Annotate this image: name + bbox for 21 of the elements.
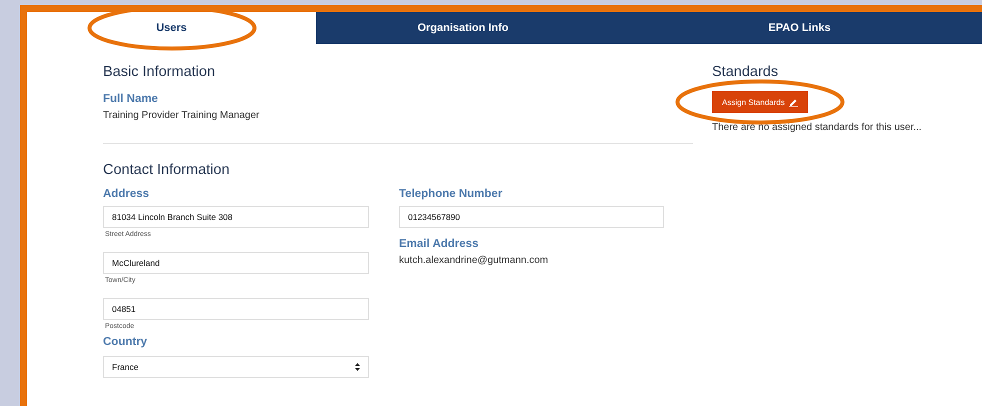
country-select[interactable]: France [103,356,369,378]
assign-standards-button[interactable]: Assign Standards [712,91,808,113]
section-heading: Standards [712,64,780,80]
full-name-text: Training Provider Training Manager [103,110,260,121]
tab[interactable]: Organisation Info [316,12,610,44]
input-field[interactable]: 04851 [103,298,369,320]
input-field[interactable]: 81034 Lincoln Branch Suite 308 [103,206,369,228]
tab[interactable]: EPAO Links [610,12,982,44]
input-field[interactable]: 01234567890 [399,206,664,228]
empty-message: There are no assigned standards for this user... [712,122,922,133]
pencil-icon [788,98,798,106]
input-field[interactable]: McClureland [103,252,369,274]
field-label: Full Name [103,93,159,105]
field-label: Email Address [399,238,480,250]
section-heading: Contact Information [103,162,231,178]
email-text: kutch.alexandrine@gutmann.com [399,255,550,266]
field-label: Telephone Number [399,188,504,200]
field-label: Address [103,188,150,200]
section-heading: Basic Information [103,64,216,80]
sort-icon [355,363,360,371]
field-label: Country [103,336,148,348]
